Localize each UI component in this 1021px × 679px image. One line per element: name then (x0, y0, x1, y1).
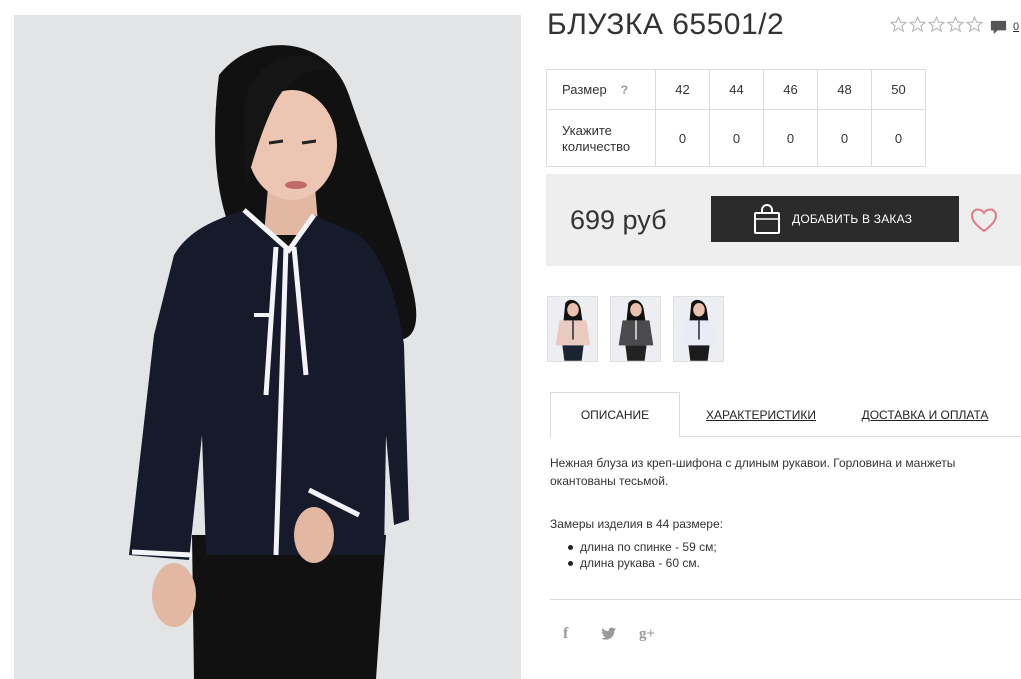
measurements-list: длина по спинке - 59 см; длина рукава - … (566, 539, 717, 571)
social-share: f g+ (563, 624, 677, 644)
quantity-input[interactable]: 0 (763, 109, 818, 167)
order-panel: 699 руб ДОБАВИТЬ В ЗАКАЗ (546, 174, 1021, 266)
size-label-cell: Размер? (546, 69, 656, 110)
quantity-input[interactable]: 0 (655, 109, 710, 167)
quantity-input[interactable]: 0 (817, 109, 872, 167)
size-cell: 42 (655, 69, 710, 110)
tab-characteristics[interactable]: ХАРАКТЕРИСТИКИ (702, 392, 820, 437)
list-item: длина рукава - 60 см. (566, 555, 717, 571)
size-cell: 46 (763, 69, 818, 110)
twitter-icon[interactable] (601, 624, 639, 644)
size-help-icon[interactable]: ? (621, 83, 628, 97)
star-icon[interactable] (909, 16, 926, 33)
size-cell: 44 (709, 69, 764, 110)
tab-delivery-payment[interactable]: ДОСТАВКА И ОПЛАТА (860, 392, 990, 437)
product-price: 699 руб (570, 205, 667, 235)
star-icon[interactable] (928, 16, 945, 33)
size-table: Размер? 42 44 46 48 50 Укажите количеств… (546, 69, 926, 167)
thumbnail-gallery (547, 296, 724, 362)
add-to-order-label: ДОБАВИТЬ В ЗАКАЗ (792, 212, 913, 226)
list-item: длина по спинке - 59 см; (566, 539, 717, 555)
product-tabs: ОПИСАНИЕ ХАРАКТЕРИСТИКИ ДОСТАВКА И ОПЛАТ… (550, 392, 1021, 438)
main-product-image[interactable] (14, 15, 521, 679)
product-description: Нежная блуза из креп-шифона с длиным рук… (550, 456, 956, 488)
thumbnail-white[interactable] (673, 296, 724, 362)
shopping-bag-icon (754, 204, 780, 234)
star-icon[interactable] (966, 16, 983, 33)
add-to-order-button[interactable]: ДОБАВИТЬ В ЗАКАЗ (711, 196, 959, 242)
wishlist-heart-icon[interactable] (970, 207, 998, 233)
size-cell: 50 (871, 69, 926, 110)
model-photo-illustration (14, 15, 521, 679)
divider (550, 599, 1021, 600)
google-plus-icon[interactable]: g+ (639, 624, 677, 644)
star-icon[interactable] (890, 16, 907, 33)
facebook-icon[interactable]: f (563, 624, 601, 644)
size-cell: 48 (817, 69, 872, 110)
quantity-input[interactable]: 0 (871, 109, 926, 167)
quantity-label-line1: Укажите (562, 123, 612, 138)
comments-link[interactable]: 0 (989, 18, 1019, 37)
star-icon[interactable] (947, 16, 964, 33)
google-plus-glyph: g+ (639, 625, 656, 642)
tab-description[interactable]: ОПИСАНИЕ (550, 392, 680, 438)
comment-count[interactable]: 0 (1013, 21, 1019, 33)
thumbnail-pink[interactable] (547, 296, 598, 362)
product-title: БЛУЗКА 65501/2 (547, 8, 785, 41)
thumbnail-grey[interactable] (610, 296, 661, 362)
comment-icon (990, 20, 1007, 35)
size-label: Размер (562, 82, 607, 97)
rating-stars[interactable] (890, 16, 983, 33)
quantity-label-line2: количество (562, 139, 631, 154)
facebook-glyph: f (563, 625, 569, 642)
quantity-input[interactable]: 0 (709, 109, 764, 167)
quantity-label-cell: Укажите количество (546, 109, 656, 167)
measurements-title: Замеры изделия в 44 размере: (550, 517, 723, 531)
